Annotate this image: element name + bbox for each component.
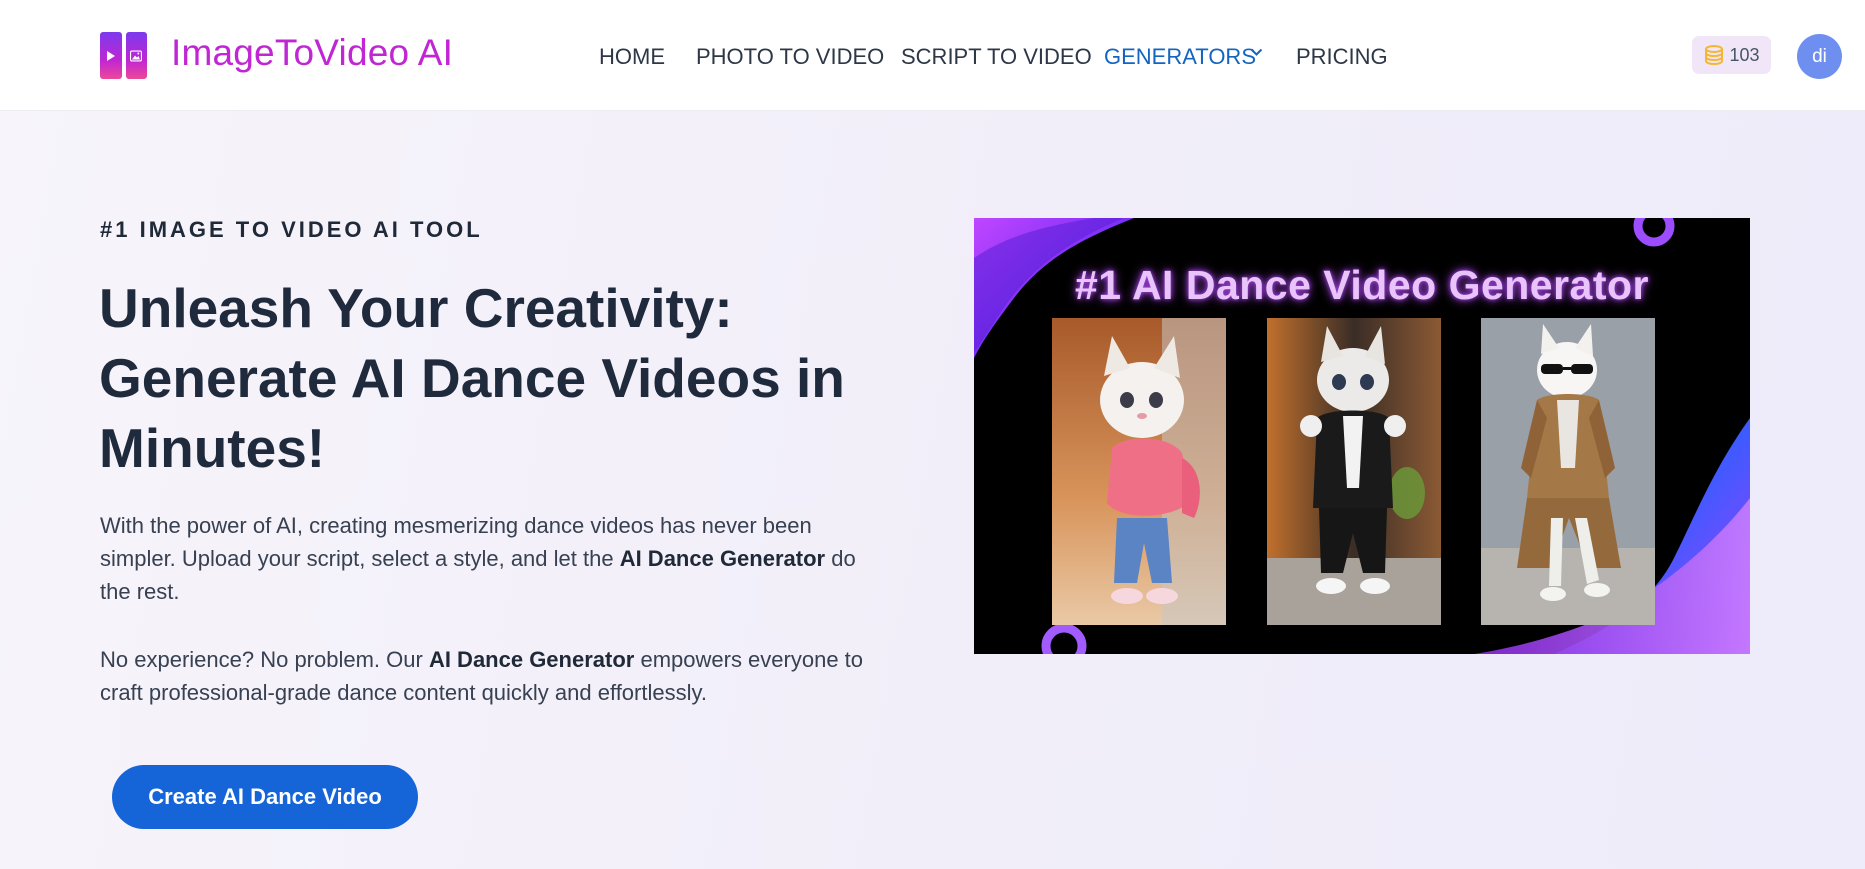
hero-headline: Unleash Your Creativity: Generate AI Dan… [99, 273, 859, 483]
avatar[interactable]: di [1797, 34, 1842, 79]
nav-home[interactable]: HOME [599, 44, 665, 70]
nav-generators[interactable]: GENERATORS [1104, 44, 1256, 70]
credits-count: 103 [1729, 44, 1760, 65]
hero-image-title: #1 AI Dance Video Generator [1074, 262, 1650, 308]
brand-name[interactable]: ImageToVideo AI [171, 32, 453, 74]
para1-bold: AI Dance Generator [619, 546, 826, 571]
credits-badge[interactable]: 103 [1692, 36, 1771, 74]
headline-line-1: Unleash Your Creativity: [99, 277, 733, 339]
para2-text-a: No experience? No problem. Our [100, 647, 429, 672]
dance-frame-2 [1267, 318, 1441, 625]
dance-frame-1 [1052, 318, 1226, 625]
site-header: ImageToVideo AI HOME PHOTO TO VIDEO SCRI… [0, 0, 1865, 111]
coins-icon [1705, 45, 1724, 66]
dance-frame-3 [1481, 318, 1655, 625]
nav-pricing[interactable]: PRICING [1296, 44, 1388, 70]
play-icon [100, 32, 122, 79]
hero-image: #1 AI Dance Video Generator [974, 218, 1750, 654]
hero-paragraph-2: No experience? No problem. Our AI Dance … [100, 643, 870, 709]
chevron-down-icon[interactable] [1250, 48, 1263, 57]
nav-script-to-video[interactable]: SCRIPT TO VIDEO [901, 44, 1092, 70]
logo-icon[interactable] [100, 32, 147, 79]
create-dance-video-button[interactable]: Create AI Dance Video [112, 765, 418, 829]
para2-bold: AI Dance Generator [428, 647, 635, 672]
headline-line-2: Generate AI Dance Videos in [99, 347, 845, 409]
image-icon [125, 32, 147, 79]
nav-photo-to-video[interactable]: PHOTO TO VIDEO [696, 44, 884, 70]
hero-paragraph-1: With the power of AI, creating mesmerizi… [100, 509, 870, 608]
hero-eyebrow: #1 IMAGE TO VIDEO AI TOOL [100, 217, 483, 242]
headline-line-3: Minutes! [99, 417, 326, 479]
